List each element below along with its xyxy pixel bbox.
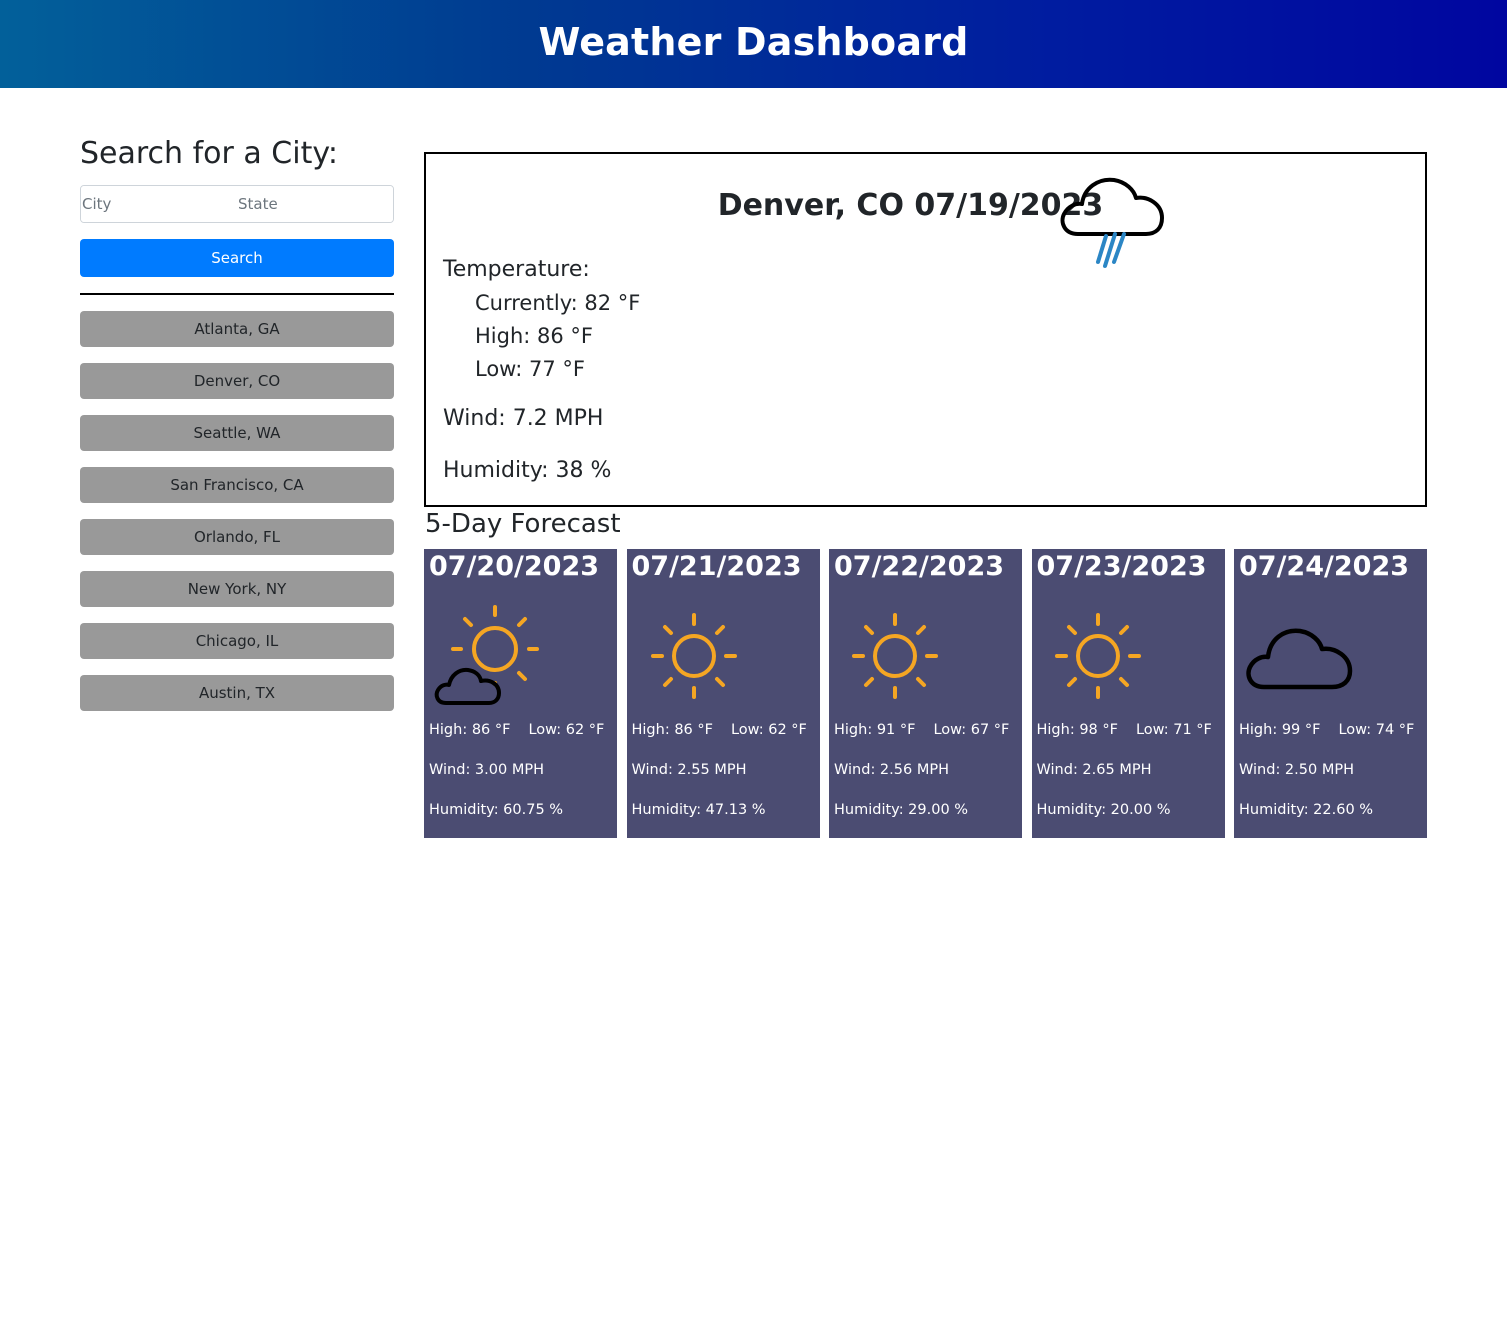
forecast-heading: 5-Day Forecast [425,509,621,539]
forecast-wind: Wind: 2.65 MPH [1036,762,1152,778]
forecast-high: High: 98 °F [1036,722,1118,738]
forecast-date: 07/24/2023 [1239,551,1410,582]
current-wind: Wind: 7.2 MPH [443,406,604,431]
sun-icon [1053,611,1143,705]
forecast-cards: 07/20/2023 High: 86 °F Low: 62 °F Wind: … [424,549,1427,838]
forecast-low: Low: 67 °F [933,722,1010,738]
search-sidebar: Search for a City: Search Atlanta, GA De… [80,136,394,727]
sun-icon [649,611,739,705]
forecast-low: Low: 62 °F [730,722,807,738]
forecast-high: High: 86 °F [429,722,511,738]
rain-cloud-icon [1056,164,1168,280]
current-city-date: Denver, CO 07/19/2023 [717,188,1104,223]
app-header: Weather Dashboard [0,0,1507,88]
sun-icon [850,611,940,705]
forecast-wind: Wind: 3.00 MPH [429,762,544,778]
forecast-card: 07/21/2023 High: 86 °FLow: 62 °F Wind: [626,549,820,838]
forecast-high: High: 99 °F [1239,722,1321,738]
forecast-card: 07/22/2023 High: 91 °FLow: 67 °F Wind: [829,549,1022,838]
forecast-wind: Wind: 2.56 MPH [834,762,949,778]
current-high: High: 86 °F [475,324,593,348]
current-temperature: Currently: 82 °F [475,291,641,315]
sidebar-divider [80,293,394,295]
forecast-humidity: Humidity: 60.75 % [429,802,564,818]
forecast-humidity: Humidity: 29.00 % [834,802,969,818]
forecast-date: 07/20/2023 [429,551,600,582]
forecast-card: 07/20/2023 High: 86 °F Low: 62 °F Wind: … [424,549,617,838]
forecast-high-low: High: 98 °F Low: 71 °F [1037,722,1212,738]
current-low: Low: 77 °F [475,357,585,381]
forecast-wind: Wind: 2.50 MPH [1239,762,1354,778]
forecast-date: 07/21/2023 [631,551,802,582]
temperature-label: Temperature: [443,257,590,282]
search-history-list: Atlanta, GA Denver, CO Seattle, WA San F… [80,311,394,711]
forecast-humidity: Humidity: 47.13 % [631,802,766,818]
forecast-high: High: 91 °F [834,722,916,738]
forecast-high-low: High: 86 °F Low: 62 °F [429,722,604,738]
partly-cloudy-icon [432,603,542,713]
forecast-low: Low: 62 °F [528,722,605,738]
history-button-chicago[interactable]: Chicago, IL [80,623,394,659]
forecast-date: 07/22/2023 [834,551,1005,582]
city-input[interactable] [81,186,237,222]
forecast-low: Low: 71 °F [1135,722,1212,738]
history-button-new-york[interactable]: New York, NY [80,571,394,607]
search-heading: Search for a City: [80,136,339,171]
search-button[interactable]: Search [80,239,394,277]
city-state-input-group [80,185,394,223]
forecast-high-low: High: 91 °F Low: 67 °F [834,722,1009,738]
history-button-austin[interactable]: Austin, TX [80,675,394,711]
history-button-atlanta[interactable]: Atlanta, GA [80,311,394,347]
forecast-low: Low: 74 °F [1338,722,1415,738]
page-title: Weather Dashboard [538,20,969,64]
forecast-humidity: Humidity: 20.00 % [1036,802,1171,818]
history-button-denver[interactable]: Denver, CO [80,363,394,399]
history-button-san-francisco[interactable]: San Francisco, CA [80,467,394,503]
forecast-high: High: 86 °F [631,722,713,738]
forecast-wind: Wind: 2.55 MPH [631,762,747,778]
history-button-orlando[interactable]: Orlando, FL [80,519,394,555]
forecast-high-low: High: 86 °F Low: 62 °F [632,722,807,738]
current-weather-panel: Denver, CO 07/19/2023 Temperature: Curre… [424,152,1427,507]
forecast-humidity: Humidity: 22.60 % [1239,802,1374,818]
forecast-card: 07/23/2023 High: 98 °FLow: 71 °F Wind: [1031,549,1225,838]
forecast-date: 07/23/2023 [1036,551,1207,582]
cloud-icon [1244,617,1356,697]
state-input[interactable] [237,186,393,222]
forecast-card: 07/24/2023 High: 99 °F Low: 74 °F Wind: 2… [1234,549,1427,838]
forecast-high-low: High: 99 °F Low: 74 °F [1239,722,1414,738]
current-humidity: Humidity: 38 % [443,458,612,483]
history-button-seattle[interactable]: Seattle, WA [80,415,394,451]
